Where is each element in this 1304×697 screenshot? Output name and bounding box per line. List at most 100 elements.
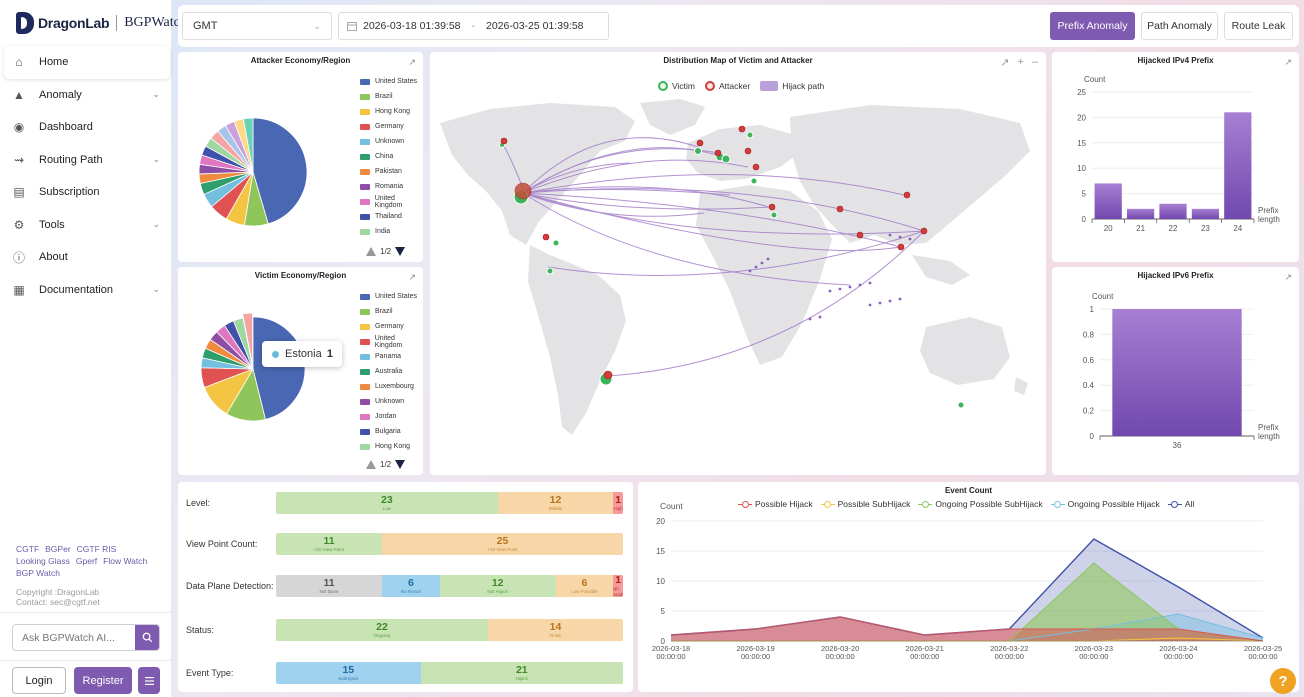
bar[interactable] [1159, 203, 1187, 219]
stat-segment[interactable]: 6 No Result [382, 575, 440, 597]
tab-path-anomaly[interactable]: Path Anomaly [1141, 12, 1218, 40]
legend-item[interactable]: Brazil [360, 89, 423, 104]
footer-link[interactable]: BGPer [45, 543, 71, 555]
sidebar-item-dashboard[interactable]: ◉ Dashboard [4, 111, 170, 144]
date-range-picker[interactable]: 2026-03-18 01:39:58 - 2026-03-25 01:39:5… [338, 12, 609, 40]
y-tick-label: 0.4 [1083, 381, 1095, 390]
legend-item[interactable]: China [360, 149, 423, 164]
legend-swatch [360, 368, 370, 375]
ask-ai-search-button[interactable] [135, 625, 159, 650]
legend-item[interactable]: Australia [360, 364, 423, 379]
timezone-select[interactable]: GMT ⌄ [182, 12, 332, 40]
segment-label: Finish [549, 632, 562, 638]
zoom-out-icon[interactable]: – [1032, 56, 1038, 69]
legend-item[interactable]: Pakistan [360, 164, 423, 179]
legend-item[interactable]: India [360, 224, 423, 239]
legend-item[interactable]: United Kingdom [360, 334, 423, 349]
page-down-icon[interactable] [395, 247, 406, 256]
tooltip-value: 1 [326, 348, 333, 360]
legend-item[interactable]: United States [360, 289, 423, 304]
footer-link[interactable]: CGTF RIS [77, 543, 117, 555]
stat-segment[interactable]: 21 Hijack [420, 662, 623, 684]
register-button[interactable]: Register [74, 667, 132, 694]
expand-icon[interactable]: ↗ [1000, 56, 1009, 69]
legend-item[interactable]: Hong Kong [360, 439, 423, 454]
legend-item[interactable]: United States [360, 74, 423, 89]
attacker-marker-icon [705, 81, 715, 91]
legend-item[interactable]: Germany [360, 319, 423, 334]
bar[interactable] [1224, 112, 1252, 219]
event-statistics-panel: Level: 23 Low 12 Middle 1 High View Point Count… [178, 482, 633, 692]
stat-segment[interactable]: 11 Not Done [276, 575, 383, 597]
stat-segment[interactable]: 15 SubHijack [276, 662, 421, 684]
legend-item[interactable]: Germany [360, 119, 423, 134]
tab-prefix-anomaly[interactable]: Prefix Anomaly [1050, 12, 1135, 40]
sidebar-item-documentation[interactable]: ▦ Documentation ⌄ [4, 274, 170, 307]
legend-item[interactable]: Panama [360, 349, 423, 364]
legend-item[interactable]: Luxembourg [360, 379, 423, 394]
stat-label: Level: [186, 498, 211, 508]
legend-item[interactable]: Romania [360, 179, 423, 194]
stat-segment[interactable]: 25 >10 View Point [382, 533, 623, 555]
bar[interactable] [1191, 208, 1220, 219]
footer-link[interactable]: Looking Glass [16, 555, 70, 567]
collapse-menu-button[interactable] [138, 667, 160, 694]
legend-hijack-path[interactable]: Hijack path [760, 81, 824, 91]
sidebar-item-subscription[interactable]: ▤ Subscription [4, 176, 170, 209]
sidebar-item-about[interactable]: ⓘ About [4, 241, 170, 274]
expand-icon[interactable]: ↗ [408, 272, 416, 283]
legend-swatch [360, 78, 370, 85]
legend-label: Unknown [375, 138, 405, 145]
attacker-legend: United States Brazil Hong Kong Germany Unkno… [360, 74, 423, 239]
page-down-icon[interactable] [395, 460, 406, 469]
legend-item[interactable]: Hong Kong [360, 104, 423, 119]
stat-segment[interactable]: 1 High [613, 492, 623, 514]
sidebar-item-routing-path[interactable]: ⇝ Routing Path ⌄ [4, 144, 170, 177]
logo[interactable]: DragonLab BGPWatch [16, 10, 187, 36]
segment-label: Hijack [515, 675, 528, 681]
legend-item[interactable]: Unknown [360, 134, 423, 149]
help-button[interactable]: ? [1270, 668, 1296, 694]
footer-link[interactable]: Flow Watch [103, 555, 147, 567]
footer-link[interactable]: BGP Watch [16, 567, 60, 579]
sidebar-item-home[interactable]: ⌂ Home [4, 46, 170, 79]
legend-item[interactable]: Brazil [360, 304, 423, 319]
search-icon [142, 632, 152, 643]
bar[interactable] [1112, 309, 1242, 436]
sidebar-item-tools[interactable]: ⚙ Tools ⌄ [4, 209, 170, 242]
zoom-in-icon[interactable]: + [1017, 56, 1023, 69]
footer-link[interactable]: Gperf [76, 555, 97, 567]
footer-link[interactable]: CGTF [16, 543, 39, 555]
page-up-icon[interactable] [366, 460, 376, 469]
segment-label: >10 View Point [487, 546, 518, 552]
divider [0, 612, 172, 613]
legend-item[interactable]: Bulgaria [360, 424, 423, 439]
sidebar-item-anomaly[interactable]: ▲ Anomaly ⌄ [4, 79, 170, 112]
stat-segment[interactable]: 6 Low Possible [555, 575, 614, 597]
segment-label: SubHijack [338, 675, 359, 681]
legend-item[interactable]: Jordan [360, 409, 423, 424]
y-tick-label: 15 [656, 547, 665, 556]
warning-icon: ▲ [13, 87, 25, 102]
victim-marker-icon [658, 81, 668, 91]
bar[interactable] [1126, 208, 1155, 219]
bar[interactable] [1094, 183, 1122, 219]
stat-segment[interactable]: 22 Ongoing [276, 619, 489, 641]
legend-swatch [360, 443, 370, 450]
stat-segment[interactable]: 14 Finish [488, 619, 623, 641]
page-up-icon[interactable] [366, 247, 376, 256]
stat-segment[interactable]: 12 Not Hijack [439, 575, 556, 597]
ask-ai-input[interactable]: Ask BGPWatch AI... [13, 632, 135, 644]
legend-item[interactable]: Thailand [360, 209, 423, 224]
stat-segment[interactable]: 1High Possible [613, 575, 623, 597]
expand-icon[interactable]: ↗ [408, 57, 416, 68]
stat-segment[interactable]: 12 Middle [497, 492, 614, 514]
stat-segment[interactable]: 23 Low [276, 492, 498, 514]
legend-item[interactable]: Unknown [360, 394, 423, 409]
login-button[interactable]: Login [12, 667, 66, 694]
legend-attacker[interactable]: Attacker [705, 81, 750, 91]
stat-segment[interactable]: 11 <10 View Point [276, 533, 383, 555]
legend-item[interactable]: United Kingdom [360, 194, 423, 209]
legend-victim[interactable]: Victim [658, 81, 695, 91]
tab-route-leak[interactable]: Route Leak [1224, 12, 1293, 40]
